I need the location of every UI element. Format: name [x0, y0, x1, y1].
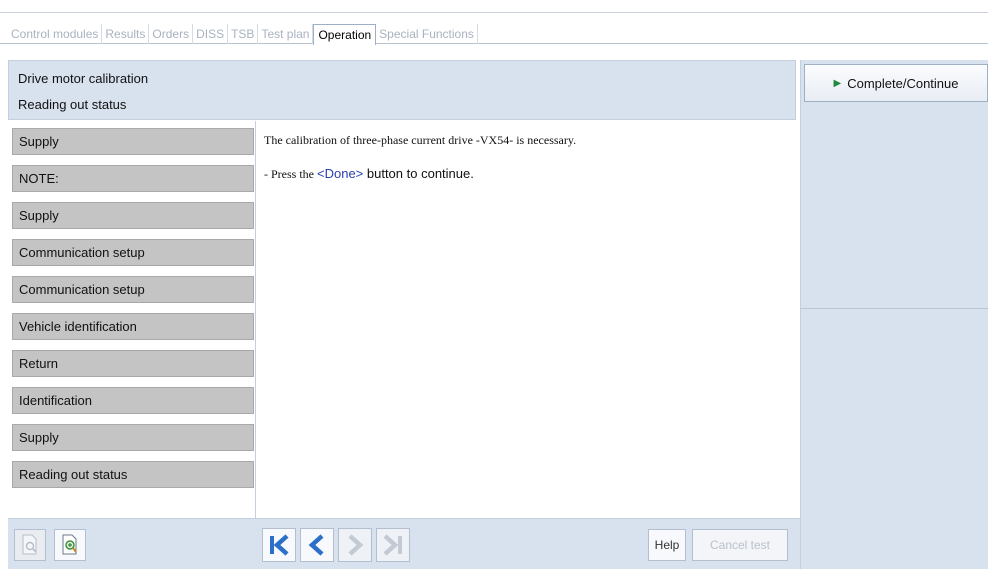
- tab-bar-top-divider: [0, 12, 988, 13]
- instruction-done-text: - Press the <Done> button to continue.: [264, 166, 474, 182]
- tab-bar: Control modules Results Orders DISS TSB …: [0, 0, 988, 45]
- step-item[interactable]: Identification: [12, 387, 254, 414]
- next-step-button[interactable]: [338, 528, 372, 562]
- play-icon: ▶: [833, 77, 842, 89]
- instruction-panel: The calibration of three-phase current d…: [258, 121, 798, 518]
- help-button[interactable]: Help: [648, 529, 686, 561]
- page-subtitle: Reading out status: [18, 97, 127, 112]
- previous-icon: [308, 534, 324, 556]
- step-item[interactable]: Supply: [12, 424, 254, 451]
- right-panel: ▶ Complete/Continue: [800, 60, 988, 569]
- document-search-icon: [22, 534, 37, 555]
- tab-results[interactable]: Results: [102, 24, 150, 44]
- tab-diss[interactable]: DISS: [193, 24, 229, 44]
- operation-header: Drive motor calibration Reading out stat…: [8, 60, 796, 120]
- document-zoom-button[interactable]: [54, 529, 86, 561]
- complete-continue-label: Complete/Continue: [847, 75, 959, 91]
- step-list: Supply NOTE: Supply Communication setup …: [8, 121, 256, 518]
- step-item[interactable]: Supply: [12, 128, 254, 155]
- step-item[interactable]: NOTE:: [12, 165, 254, 192]
- skip-first-icon: [270, 534, 289, 556]
- tab-control-modules[interactable]: Control modules: [8, 24, 103, 44]
- right-panel-divider: [801, 308, 988, 309]
- step-item[interactable]: Communication setup: [12, 239, 254, 266]
- first-step-button[interactable]: [262, 528, 296, 562]
- step-item[interactable]: Return: [12, 350, 254, 377]
- document-search-button[interactable]: [14, 529, 46, 561]
- previous-step-button[interactable]: [300, 528, 334, 562]
- page-title: Drive motor calibration: [18, 71, 149, 86]
- step-item[interactable]: Supply: [12, 202, 254, 229]
- done-keyword: <Done>: [317, 166, 364, 181]
- instruction-suffix: button to continue.: [363, 166, 474, 181]
- instruction-text: The calibration of three-phase current d…: [264, 133, 577, 147]
- step-item[interactable]: Reading out status: [12, 461, 254, 488]
- tab-orders[interactable]: Orders: [149, 24, 194, 44]
- step-item[interactable]: Communication setup: [12, 276, 254, 303]
- step-item[interactable]: Vehicle identification: [12, 313, 254, 340]
- next-icon: [348, 534, 364, 556]
- tab-operation[interactable]: Operation: [313, 24, 377, 45]
- skip-last-icon: [383, 534, 402, 556]
- complete-continue-button[interactable]: ▶ Complete/Continue: [804, 64, 988, 102]
- tabs: Control modules Results Orders DISS TSB …: [8, 24, 478, 45]
- tab-tsb[interactable]: TSB: [228, 24, 259, 44]
- instruction-prefix: - Press the: [264, 167, 317, 181]
- tab-special-functions[interactable]: Special Functions: [376, 24, 478, 44]
- tab-test-plan[interactable]: Test plan: [258, 24, 314, 44]
- last-step-button[interactable]: [376, 528, 410, 562]
- cancel-test-button[interactable]: Cancel test: [692, 529, 788, 561]
- document-zoom-icon: [62, 534, 77, 555]
- bottom-toolbar: Help Cancel test: [8, 518, 800, 569]
